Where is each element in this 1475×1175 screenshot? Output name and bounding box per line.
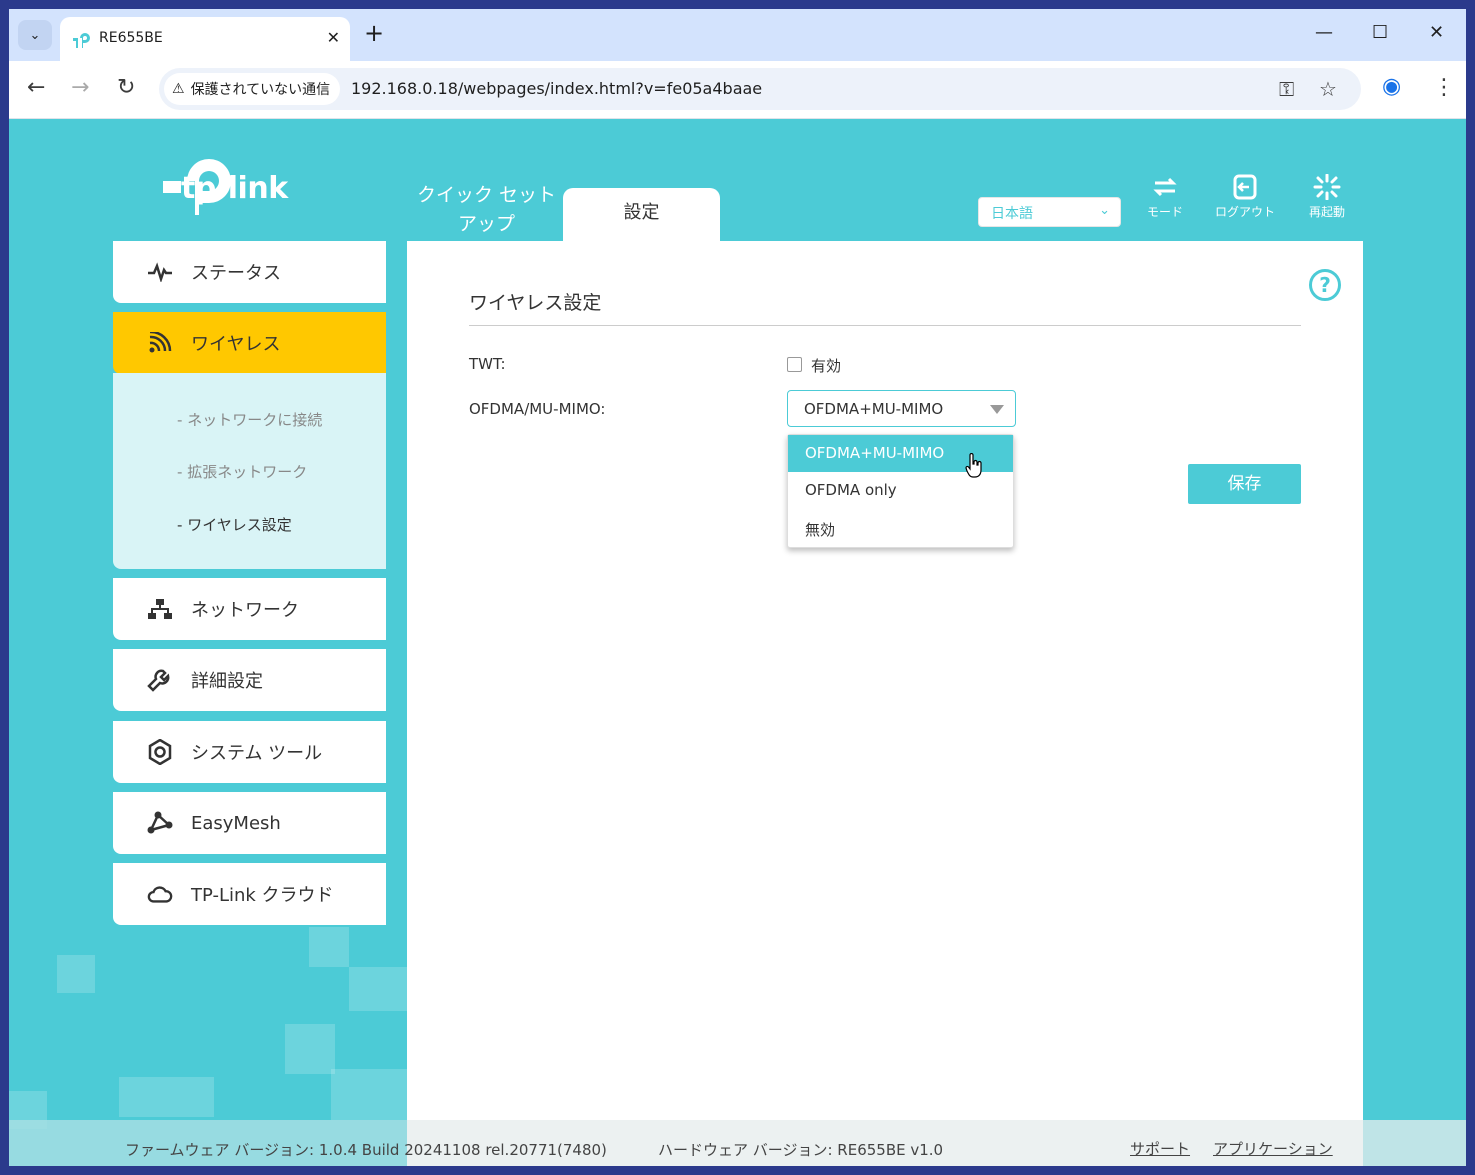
warning-icon: ⚠ bbox=[172, 81, 185, 97]
sidebar-item-status[interactable]: ステータス bbox=[113, 241, 386, 303]
tab-quick-setup[interactable]: クイック セット アップ bbox=[409, 181, 564, 239]
ofdma-select-value: OFDMA+MU-MIMO bbox=[804, 400, 944, 418]
mode-switch-icon bbox=[1153, 177, 1177, 197]
submenu-item-wireless-settings[interactable]: - ワイヤレス設定 bbox=[177, 514, 292, 535]
sidebar-item-label: EasyMesh bbox=[191, 812, 281, 834]
decor-square bbox=[57, 955, 95, 993]
twt-label: TWT: bbox=[469, 355, 506, 373]
sidebar-item-label: ステータス bbox=[191, 263, 281, 284]
key-icon[interactable]: ⚿ bbox=[1279, 77, 1294, 101]
network-icon bbox=[148, 599, 172, 619]
twt-checkbox-label[interactable]: 有効 bbox=[811, 355, 841, 376]
sidebar-item-label: システム ツール bbox=[191, 743, 323, 764]
app-link[interactable]: アプリケーション bbox=[1213, 1138, 1333, 1159]
security-label: 保護されていない通信 bbox=[190, 82, 331, 98]
decor-square bbox=[285, 1024, 335, 1074]
new-tab-icon[interactable]: + bbox=[364, 19, 384, 47]
security-chip[interactable]: ⚠ 保護されていない通信 bbox=[164, 73, 341, 105]
chevron-down-icon: ⌄ bbox=[29, 27, 41, 43]
sidebar-item-label: ワイヤレス bbox=[191, 334, 281, 355]
tab-strip: ⌄ RE655BE ✕ + — ☐ ✕ bbox=[9, 9, 1466, 61]
hardware-version: ハードウェア バージョン: RE655BE v1.0 bbox=[658, 1141, 944, 1159]
footer: ファームウェア バージョン: 1.0.4 Build 20241108 rel.… bbox=[9, 1120, 1466, 1166]
wireless-submenu: - ネットワークに接続 - 拡張ネットワーク - ワイヤレス設定 bbox=[113, 373, 386, 569]
tab-settings[interactable]: 設定 bbox=[563, 188, 720, 241]
decor-square bbox=[331, 1069, 407, 1120]
submenu-item-label: 拡張ネットワーク bbox=[187, 463, 308, 481]
sidebar-item-easymesh[interactable]: EasyMesh bbox=[113, 792, 386, 854]
help-icon[interactable]: ? bbox=[1309, 269, 1341, 301]
reboot-icon bbox=[1313, 174, 1341, 200]
profile-icon[interactable]: ◉ bbox=[1382, 74, 1401, 99]
dropdown-option[interactable]: 無効 bbox=[788, 510, 1013, 547]
logout-button[interactable]: ログアウト bbox=[1205, 174, 1285, 220]
submenu-item-connect[interactable]: - ネットワークに接続 bbox=[177, 409, 322, 430]
chevron-down-icon: ⌄ bbox=[1099, 203, 1110, 218]
submenu-item-label: ネットワークに接続 bbox=[187, 411, 323, 429]
decor-square bbox=[309, 927, 349, 967]
gear-icon bbox=[148, 739, 172, 765]
wrench-icon bbox=[147, 669, 170, 692]
firmware-version: ファームウェア バージョン: 1.0.4 Build 20241108 rel.… bbox=[125, 1141, 607, 1159]
support-link[interactable]: サポート bbox=[1130, 1138, 1190, 1159]
language-value: 日本語 bbox=[991, 206, 1033, 222]
sidebar-item-cloud[interactable]: TP-Link クラウド bbox=[113, 863, 386, 925]
cloud-icon bbox=[147, 886, 173, 903]
language-select[interactable]: 日本語 ⌄ bbox=[978, 197, 1121, 227]
back-icon[interactable]: ← bbox=[27, 75, 45, 100]
twt-checkbox[interactable] bbox=[787, 357, 802, 372]
close-tab-icon[interactable]: ✕ bbox=[327, 28, 340, 47]
save-button[interactable]: 保存 bbox=[1188, 464, 1301, 504]
reboot-label: 再起動 bbox=[1308, 205, 1345, 219]
tab-title: RE655BE bbox=[99, 30, 163, 46]
mode-button[interactable]: モード bbox=[1125, 174, 1205, 220]
sidebar-item-label: ネットワーク bbox=[191, 600, 299, 621]
section-title: ワイヤレス設定 bbox=[469, 292, 602, 314]
divider bbox=[469, 325, 1301, 326]
browser-tab[interactable]: RE655BE ✕ bbox=[60, 17, 350, 61]
sidebar-item-label: 詳細設定 bbox=[191, 671, 263, 692]
star-icon[interactable]: ☆ bbox=[1319, 77, 1337, 101]
mode-label: モード bbox=[1146, 205, 1183, 219]
decor-square bbox=[119, 1077, 214, 1117]
wireless-icon bbox=[149, 332, 172, 353]
tplink-favicon-icon bbox=[73, 33, 90, 48]
sidebar-item-network[interactable]: ネットワーク bbox=[113, 578, 386, 640]
minimize-icon[interactable]: — bbox=[1315, 22, 1333, 43]
address-bar[interactable]: ⚠ 保護されていない通信 192.168.0.18/webpages/index… bbox=[159, 68, 1361, 110]
sidebar-item-advanced[interactable]: 詳細設定 bbox=[113, 649, 386, 711]
ofdma-select[interactable]: OFDMA+MU-MIMO bbox=[787, 390, 1016, 427]
ofdma-dropdown-list: OFDMA+MU-MIMO OFDMA only 無効 bbox=[787, 434, 1014, 548]
sidebar-item-wireless[interactable]: ワイヤレス bbox=[113, 312, 386, 374]
mesh-icon bbox=[147, 811, 173, 834]
router-page: tp-link クイック セット アップ 設定 日本語 ⌄ モード ログアウト bbox=[9, 119, 1466, 1166]
url-text: 192.168.0.18/webpages/index.html?v=fe05a… bbox=[351, 79, 763, 98]
submenu-item-label: ワイヤレス設定 bbox=[187, 516, 292, 534]
hand-cursor-icon bbox=[965, 453, 982, 478]
forward-icon[interactable]: → bbox=[71, 75, 89, 100]
submenu-item-extended[interactable]: - 拡張ネットワーク bbox=[177, 461, 307, 482]
close-window-icon[interactable]: ✕ bbox=[1429, 22, 1444, 43]
sidebar-item-system-tools[interactable]: システム ツール bbox=[113, 721, 386, 783]
browser-window: ⌄ RE655BE ✕ + — ☐ ✕ ← → ↻ ⚠ 保護されていない通信 1… bbox=[9, 9, 1466, 1166]
logout-icon bbox=[1233, 174, 1257, 200]
dropdown-arrow-icon bbox=[990, 405, 1004, 414]
reload-icon[interactable]: ↻ bbox=[117, 75, 135, 100]
tab-search-button[interactable]: ⌄ bbox=[18, 20, 52, 50]
reboot-button[interactable]: 再起動 bbox=[1287, 174, 1367, 220]
menu-icon[interactable]: ⋮ bbox=[1433, 75, 1455, 100]
sidebar-item-label: TP-Link クラウド bbox=[191, 885, 334, 906]
browser-toolbar: ← → ↻ ⚠ 保護されていない通信 192.168.0.18/webpages… bbox=[9, 61, 1466, 119]
decor-square bbox=[349, 967, 407, 1011]
pulse-icon bbox=[148, 262, 172, 282]
ofdma-label: OFDMA/MU-MIMO: bbox=[469, 400, 606, 418]
maximize-icon[interactable]: ☐ bbox=[1372, 22, 1388, 43]
logo-text: tp-link bbox=[181, 171, 288, 206]
settings-panel: ? ワイヤレス設定 TWT: 有効 OFDMA/MU-MIMO: OFDMA+M… bbox=[407, 241, 1363, 1166]
logout-label: ログアウト bbox=[1214, 205, 1275, 219]
